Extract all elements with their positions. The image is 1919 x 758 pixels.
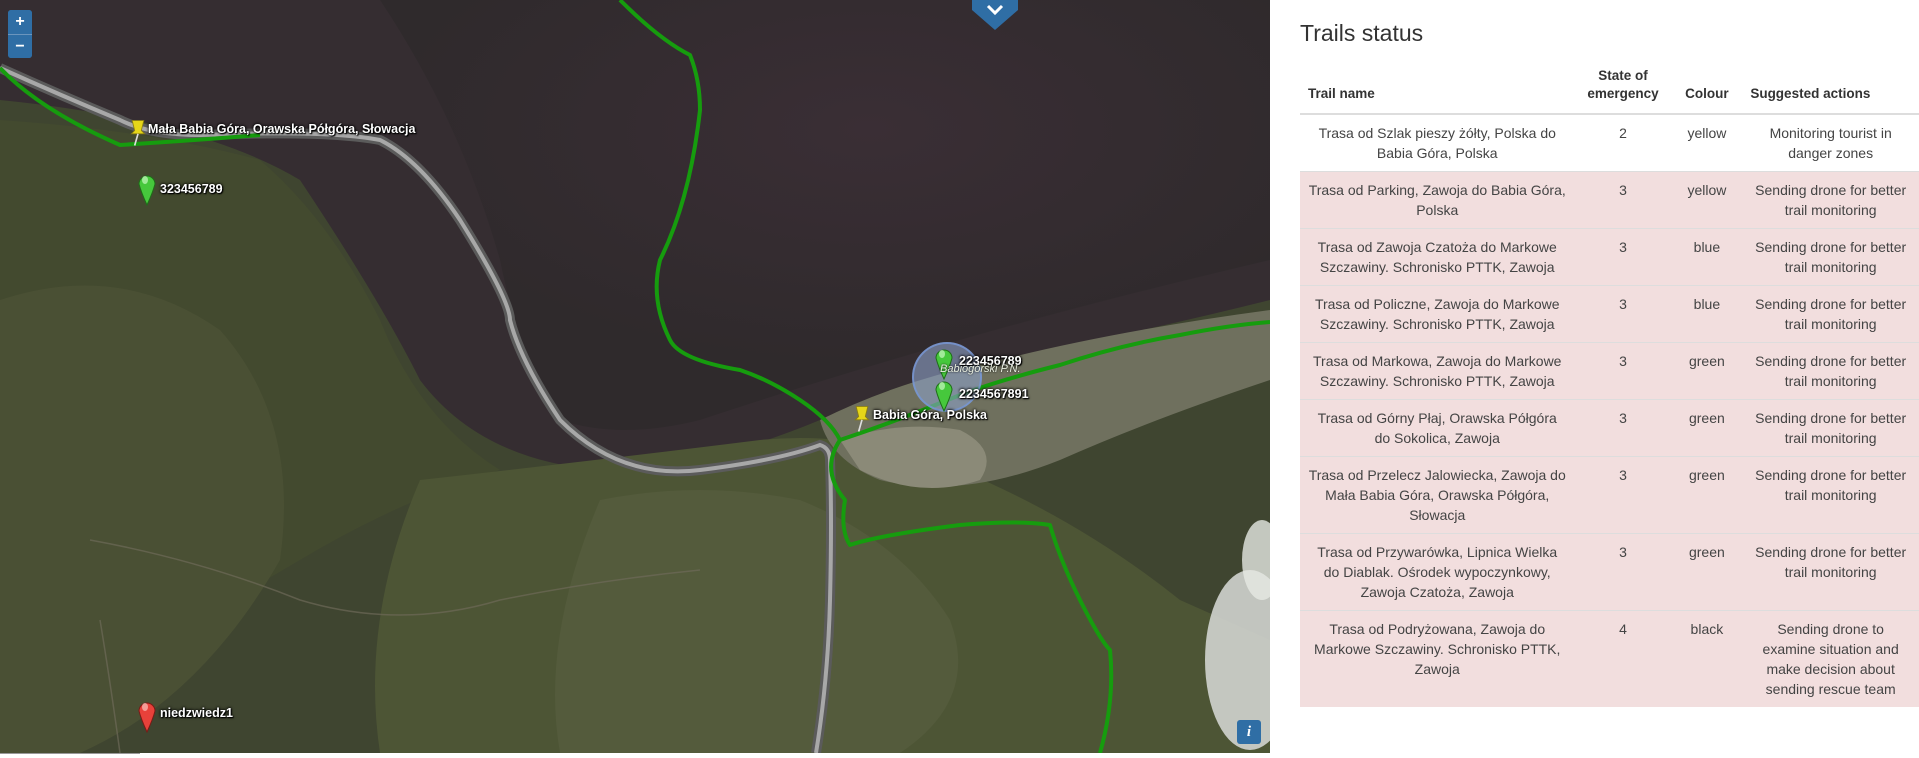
- table-row: Trasa od Parking, Zawoja do Babia Góra, …: [1300, 171, 1919, 229]
- table-row: Trasa od Podryżowana, Zawoja do Markowe …: [1300, 610, 1919, 707]
- trails-table: Trail name State of emergency Colour Sug…: [1300, 61, 1919, 707]
- colour-cell: yellow: [1671, 113, 1743, 172]
- trail-name-cell: Trasa od Górny Płaj, Orawska Półgóra do …: [1300, 399, 1575, 457]
- colour-cell: black: [1671, 610, 1743, 707]
- trail-name-cell: Trasa od Policzne, Zawoja do Markowe Szc…: [1300, 285, 1575, 343]
- column-header-actions: Suggested actions: [1742, 61, 1919, 115]
- table-header-row: Trail name State of emergency Colour Sug…: [1300, 61, 1919, 115]
- green-pin-icon[interactable]: [934, 378, 954, 412]
- state-cell: 3: [1574, 171, 1672, 229]
- colour-cell: green: [1671, 342, 1743, 400]
- trail-name-cell: Trasa od Parking, Zawoja do Babia Góra, …: [1300, 171, 1575, 229]
- state-cell: 3: [1574, 342, 1672, 400]
- table-row: Trasa od Przywarówka, Lipnica Wielka do …: [1300, 533, 1919, 611]
- zoom-control: + −: [8, 10, 32, 58]
- marker-label: Mała Babia Góra, Orawska Półgóra, Słowac…: [148, 122, 416, 136]
- colour-cell: green: [1671, 399, 1743, 457]
- column-header-state: State of emergency: [1574, 61, 1672, 115]
- table-row: Trasa od Markowa, Zawoja do Markowe Szcz…: [1300, 342, 1919, 400]
- colour-cell: blue: [1671, 285, 1743, 343]
- colour-cell: green: [1671, 456, 1743, 534]
- trails-status-panel: Trails status Trail name State of emerge…: [1300, 0, 1919, 707]
- state-cell: 4: [1574, 610, 1672, 707]
- column-header-colour: Colour: [1671, 61, 1743, 115]
- action-cell: Sending drone to examine situation and m…: [1742, 610, 1919, 707]
- action-cell: Sending drone for better trail monitorin…: [1742, 342, 1919, 400]
- action-cell: Monitoring tourist in danger zones: [1742, 113, 1919, 172]
- state-cell: 3: [1574, 285, 1672, 343]
- colour-cell: green: [1671, 533, 1743, 611]
- trail-name-cell: Trasa od Szlak pieszy żółty, Polska do B…: [1300, 113, 1575, 172]
- table-row: Trasa od Policzne, Zawoja do Markowe Szc…: [1300, 285, 1919, 343]
- trail-name-cell: Trasa od Podryżowana, Zawoja do Markowe …: [1300, 610, 1575, 707]
- colour-cell: yellow: [1671, 171, 1743, 229]
- action-cell: Sending drone for better trail monitorin…: [1742, 285, 1919, 343]
- state-cell: 2: [1574, 113, 1672, 172]
- zoom-in-button[interactable]: +: [8, 10, 32, 34]
- yellow-pushpin-icon[interactable]: [128, 116, 148, 150]
- trail-name-cell: Trasa od Przywarówka, Lipnica Wielka do …: [1300, 533, 1575, 611]
- action-cell: Sending drone for better trail monitorin…: [1742, 171, 1919, 229]
- scale-bar: [0, 753, 140, 758]
- yellow-pushpin-icon[interactable]: [852, 402, 872, 436]
- action-cell: Sending drone for better trail monitorin…: [1742, 533, 1919, 611]
- marker-label: 323456789: [160, 182, 223, 196]
- colour-cell: blue: [1671, 228, 1743, 286]
- state-cell: 3: [1574, 533, 1672, 611]
- zoom-out-button[interactable]: −: [8, 34, 32, 58]
- trail-name-cell: Trasa od Przelecz Jalowiecka, Zawoja do …: [1300, 456, 1575, 534]
- marker-label: 2234567891: [959, 387, 1029, 401]
- trail-name-cell: Trasa od Zawoja Czatoża do Markowe Szcza…: [1300, 228, 1575, 286]
- action-cell: Sending drone for better trail monitorin…: [1742, 399, 1919, 457]
- state-cell: 3: [1574, 228, 1672, 286]
- action-cell: Sending drone for better trail monitorin…: [1742, 456, 1919, 534]
- map-view[interactable]: + − Mała Babia Góra, Orawska Półgóra, Sł…: [0, 0, 1270, 753]
- state-cell: 3: [1574, 399, 1672, 457]
- marker-label: niedzwiedz1: [160, 706, 233, 720]
- green-pin-icon[interactable]: [137, 172, 157, 206]
- info-button[interactable]: i: [1237, 720, 1261, 744]
- state-cell: 3: [1574, 456, 1672, 534]
- table-row: Trasa od Przelecz Jalowiecka, Zawoja do …: [1300, 456, 1919, 534]
- trail-name-cell: Trasa od Markowa, Zawoja do Markowe Szcz…: [1300, 342, 1575, 400]
- chevron-down-icon: [972, 0, 1018, 30]
- collapse-panel-button[interactable]: [970, 0, 1020, 30]
- satellite-imagery: [0, 0, 1270, 753]
- table-row: Trasa od Górny Płaj, Orawska Półgóra do …: [1300, 399, 1919, 457]
- panel-title: Trails status: [1300, 20, 1424, 46]
- column-header-trail-name: Trail name: [1300, 61, 1575, 115]
- red-pin-icon[interactable]: [137, 699, 157, 733]
- table-row: Trasa od Zawoja Czatoża do Markowe Szcza…: [1300, 228, 1919, 286]
- park-label: Babiogórski P.N.: [940, 363, 1021, 375]
- table-row: Trasa od Szlak pieszy żółty, Polska do B…: [1300, 113, 1919, 172]
- marker-label: Babia Góra, Polska: [873, 408, 987, 422]
- action-cell: Sending drone for better trail monitorin…: [1742, 228, 1919, 286]
